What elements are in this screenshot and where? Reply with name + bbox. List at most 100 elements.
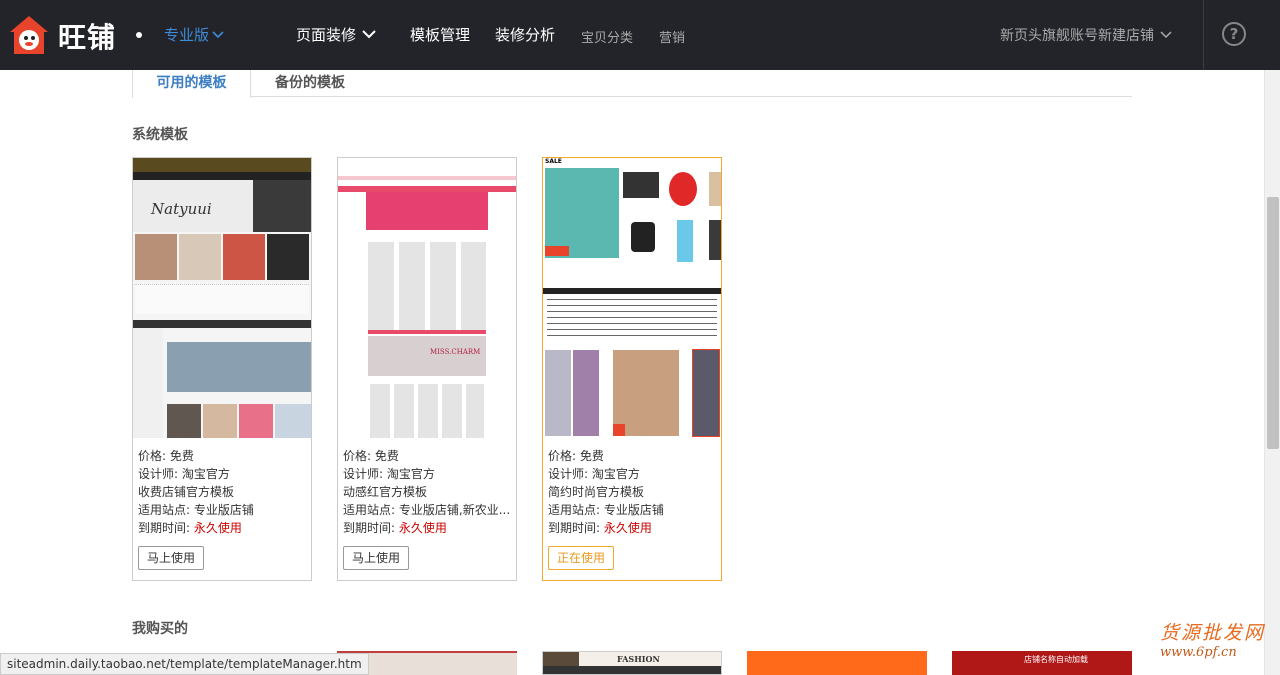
section-title-system: 系统模板 (132, 127, 188, 143)
nav-item-category[interactable]: 宝贝分类 (581, 27, 633, 46)
thumb-banner (366, 192, 488, 230)
price-row: 价格: 免费 (138, 447, 308, 465)
designer-value: 淘宝官方 (181, 467, 230, 481)
watermark-title: 货源批发网 (1160, 622, 1266, 644)
nav-label: 装修分析 (495, 26, 556, 44)
thumb-promo-text: MISS.CHARM (430, 348, 481, 356)
purchased-template-thumbnail[interactable] (747, 651, 927, 675)
use-now-button[interactable]: 马上使用 (343, 546, 410, 570)
scrollbar-thumb[interactable] (1267, 197, 1279, 449)
template-info: 价格: 免费 设计师: 淘宝官方 简约时尚官方模板 适用站点: 专业版店铺 到期… (548, 447, 718, 537)
shop-selector[interactable]: 新页头旗舰账号新建店铺 (1000, 25, 1172, 45)
thumb-product (135, 234, 177, 280)
template-tabs: 可用的模板 备份的模板 (132, 70, 1132, 98)
nav-template-management[interactable]: 模板管理 (410, 24, 470, 45)
template-info: 价格: 免费 设计师: 淘宝官方 动感红官方模板 适用站点: 专业版店铺,新农业… (343, 447, 513, 537)
site-label: 适用站点: (548, 503, 601, 517)
browser-status-url: siteadmin.daily.taobao.net/template/temp… (0, 653, 369, 675)
thumb-promo (167, 342, 311, 392)
thumb-product (167, 404, 201, 438)
edition-dropdown[interactable]: 专业版 (164, 24, 224, 45)
thumb-product (631, 222, 655, 252)
designer-row: 设计师: 淘宝官方 (138, 465, 308, 483)
site-value: 专业版店铺,新农业... (398, 503, 511, 517)
thumb-product-grid (368, 242, 486, 334)
expire-label: 到期时间: (548, 521, 601, 535)
thumb-product (223, 234, 265, 280)
expire-label: 到期时间: (343, 521, 396, 535)
template-name: 收费店铺官方模板 (138, 485, 235, 499)
thumb-product (239, 404, 273, 438)
edition-label: 专业版 (164, 26, 210, 44)
template-name: 简约时尚官方模板 (548, 485, 645, 499)
price-value: 免费 (579, 449, 604, 463)
brand-name[interactable]: 旺铺 (58, 16, 116, 56)
thumb-category-list (547, 296, 717, 336)
thumb-product (709, 220, 721, 260)
site-watermark: 货源批发网 www.6pf.cn (1160, 618, 1272, 670)
use-now-button[interactable]: 马上使用 (138, 546, 205, 570)
designer-row: 设计师: 淘宝官方 (343, 465, 513, 483)
template-card: MISS.CHARM 价格: 免费 设计师: 淘宝官方 动感红官方模板 适用站点… (337, 157, 517, 581)
wangpu-logo-icon[interactable] (8, 14, 50, 56)
site-value: 专业版店铺 (603, 503, 664, 517)
price-label: 价格: (138, 449, 167, 463)
in-use-button[interactable]: 正在使用 (548, 546, 615, 570)
thumb-searchbar (133, 320, 311, 328)
help-circle-icon[interactable]: ? (1222, 22, 1246, 46)
tab-available-templates[interactable]: 可用的模板 (132, 70, 251, 98)
site-value: 专业版店铺 (193, 503, 254, 517)
thumb-product-grid (370, 384, 484, 438)
nav-marketing[interactable]: 营销 (659, 27, 685, 46)
thumb-nav (133, 172, 311, 180)
chevron-down-icon (212, 30, 224, 38)
template-thumbnail[interactable]: Natyuui (133, 158, 311, 438)
site-row: 适用站点: 专业版店铺 (548, 501, 718, 519)
chevron-down-icon (362, 30, 376, 39)
template-info: 价格: 免费 设计师: 淘宝官方 收费店铺官方模板 适用站点: 专业版店铺 到期… (138, 447, 308, 537)
thumb-sale-label: SALE (545, 158, 562, 165)
thumb-product (669, 172, 697, 206)
site-row: 适用站点: 专业版店铺 (138, 501, 308, 519)
thumb-product (545, 350, 571, 436)
designer-value: 淘宝官方 (591, 467, 640, 481)
template-name: 动感红官方模板 (343, 485, 428, 499)
thumb-price-tag (545, 246, 569, 256)
tab-backup-templates[interactable]: 备份的模板 (275, 70, 345, 97)
site-row: 适用站点: 专业版店铺,新农业... (343, 501, 513, 519)
purchased-template-thumbnail[interactable]: 店铺名称自动加载 (952, 651, 1132, 675)
thumb-banner: Natyuui (133, 180, 311, 232)
designer-label: 设计师: (548, 467, 589, 481)
thumb-header (133, 158, 311, 172)
site-label: 适用站点: (343, 503, 396, 517)
thumb-nav (543, 666, 721, 674)
purchased-template-thumbnail[interactable]: FASHION (542, 651, 722, 675)
price-row: 价格: 免费 (548, 447, 718, 465)
nav-page-decoration[interactable]: 页面装修 (296, 24, 376, 45)
vertical-scrollbar[interactable] (1264, 70, 1280, 675)
purchased-thumb-text: FASHION (617, 654, 660, 664)
thumb-prices (135, 284, 309, 314)
template-card-current: SALE 价格: 免费 设计师: 淘宝官方 简约时尚官方模板 适用站点: 专业版… (542, 157, 722, 581)
purchased-thumb-text: 店铺名称自动加载 (1024, 655, 1088, 664)
thumb-product (573, 350, 599, 436)
template-thumbnail[interactable]: MISS.CHARM (338, 158, 516, 438)
template-thumbnail[interactable]: SALE (543, 158, 721, 438)
price-value: 免费 (374, 449, 399, 463)
nav-label: 营销 (659, 31, 686, 46)
nav-decoration-analysis[interactable]: 装修分析 (495, 24, 555, 45)
expire-row: 到期时间: 永久使用 (548, 519, 718, 537)
site-label: 适用站点: (138, 503, 191, 517)
section-title-purchased: 我购买的 (132, 621, 188, 637)
price-label: 价格: (548, 449, 577, 463)
thumb-product (677, 220, 693, 262)
thumb-banner-text: Natyuui (151, 200, 212, 218)
price-value: 免费 (169, 449, 194, 463)
expire-value: 永久使用 (193, 521, 242, 535)
expire-row: 到期时间: 永久使用 (343, 519, 513, 537)
expire-value: 永久使用 (603, 521, 652, 535)
price-row: 价格: 免费 (343, 447, 513, 465)
thumb-banner (545, 168, 619, 258)
expire-row: 到期时间: 永久使用 (138, 519, 308, 537)
thumb-product (623, 172, 659, 198)
